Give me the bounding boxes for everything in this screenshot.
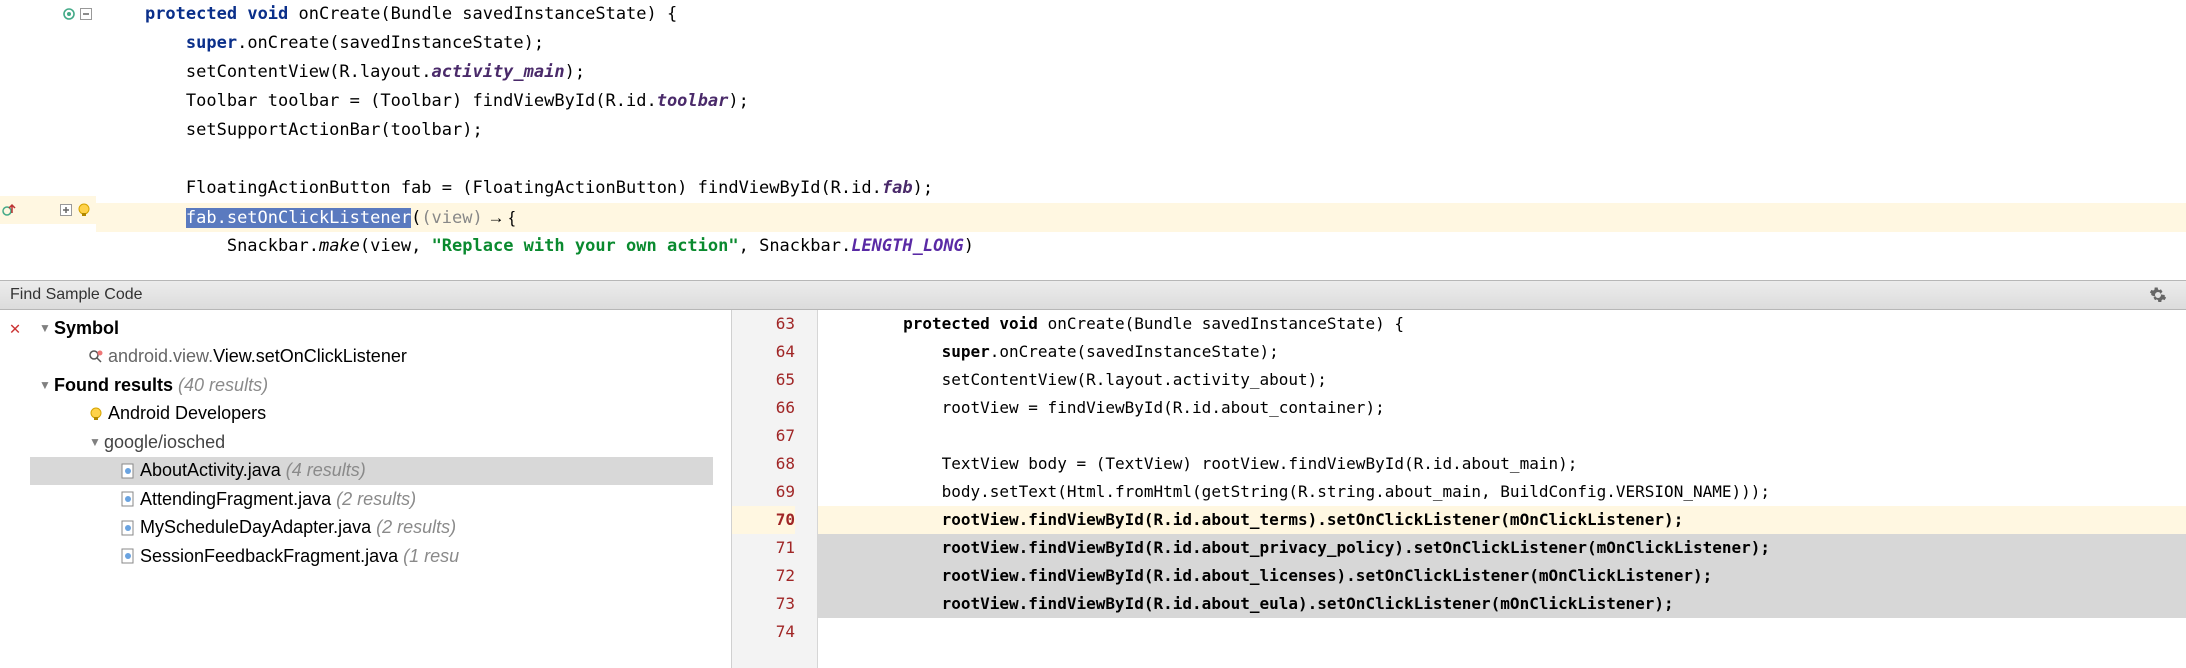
find-sample-panel: ✕ ▼Symbol android.view.View.setOnClickLi…: [0, 310, 2186, 668]
main-editor[interactable]: protected void onCreate(Bundle savedInst…: [0, 0, 2186, 280]
close-icon[interactable]: ✕: [0, 310, 30, 339]
bulb-icon[interactable]: [76, 202, 92, 218]
line-number[interactable]: 71: [732, 534, 795, 562]
code-line[interactable]: [818, 618, 2186, 646]
main-editor-code[interactable]: protected void onCreate(Bundle savedInst…: [96, 0, 2186, 280]
line-number[interactable]: 66: [732, 394, 795, 422]
tree-symbol-value[interactable]: android.view.View.setOnClickListener: [30, 343, 713, 372]
code-line[interactable]: rootView = findViewById(R.id.about_conta…: [818, 394, 2186, 422]
override-icon: [62, 7, 76, 21]
tree-repo[interactable]: ▼google/iosched: [30, 428, 713, 457]
main-editor-gutter[interactable]: [0, 0, 96, 280]
code-line[interactable]: rootView.findViewById(R.id.about_eula).s…: [818, 590, 2186, 618]
code-line[interactable]: body.setText(Html.fromHtml(getString(R.s…: [818, 478, 2186, 506]
line-number[interactable]: 73: [732, 590, 795, 618]
sample-editor-gutter[interactable]: 636465666768697071727374: [732, 310, 818, 668]
tree-file[interactable]: SessionFeedbackFragment.java (1 resu: [30, 542, 713, 571]
tree-symbol-header[interactable]: ▼Symbol: [30, 314, 713, 343]
tree-file[interactable]: AboutActivity.java (4 results): [30, 457, 713, 486]
line-number[interactable]: 69: [732, 478, 795, 506]
tree-provider[interactable]: Android Developers: [30, 400, 713, 429]
line-number[interactable]: 67: [732, 422, 795, 450]
keyword: super: [186, 33, 237, 53]
code-line[interactable]: rootView.findViewById(R.id.about_license…: [818, 562, 2186, 590]
tree-file[interactable]: AttendingFragment.java (2 results): [30, 485, 713, 514]
java-file-icon: [118, 461, 138, 481]
line-number[interactable]: 63: [732, 310, 795, 338]
find-sample-panel-header: Find Sample Code: [0, 280, 2186, 310]
keyword: protected: [145, 4, 237, 24]
line-number[interactable]: 72: [732, 562, 795, 590]
code-line[interactable]: protected void onCreate(Bundle savedInst…: [818, 310, 2186, 338]
code-line[interactable]: rootView.findViewById(R.id.about_terms).…: [818, 506, 2186, 534]
sample-editor[interactable]: 636465666768697071727374 protected void …: [732, 310, 2186, 668]
keyword: void: [247, 4, 288, 24]
string-literal: "Replace with your own action": [432, 236, 739, 256]
line-number[interactable]: 65: [732, 366, 795, 394]
results-tree[interactable]: ✕ ▼Symbol android.view.View.setOnClickLi…: [0, 310, 732, 668]
code-line[interactable]: rootView.findViewById(R.id.about_privacy…: [818, 534, 2186, 562]
fold-plus-icon[interactable]: [60, 204, 72, 216]
java-file-icon: [118, 489, 138, 509]
implement-up-icon: [2, 203, 16, 217]
tree-file[interactable]: MyScheduleDayAdapter.java (2 results): [30, 514, 713, 543]
code-line[interactable]: super.onCreate(savedInstanceState);: [818, 338, 2186, 366]
code-line[interactable]: setContentView(R.layout.activity_about);: [818, 366, 2186, 394]
code-text: [104, 4, 145, 24]
sample-editor-code[interactable]: protected void onCreate(Bundle savedInst…: [818, 310, 2186, 668]
java-file-icon: [118, 518, 138, 538]
line-number[interactable]: 68: [732, 450, 795, 478]
code-line[interactable]: TextView body = (TextView) rootView.find…: [818, 450, 2186, 478]
line-number[interactable]: 70: [732, 506, 795, 534]
selected-text: fab.setOnClickListener: [186, 208, 411, 228]
lookup-icon: [86, 347, 106, 367]
line-number[interactable]: 64: [732, 338, 795, 366]
java-file-icon: [118, 546, 138, 566]
code-line[interactable]: [818, 422, 2186, 450]
panel-title: Find Sample Code: [10, 286, 143, 304]
gear-icon[interactable]: [2148, 285, 2168, 305]
tree-found-header[interactable]: ▼Found results (40 results): [30, 371, 713, 400]
fold-minus-icon[interactable]: [80, 8, 92, 20]
bulb-icon: [86, 404, 106, 424]
line-number[interactable]: 74: [732, 618, 795, 646]
